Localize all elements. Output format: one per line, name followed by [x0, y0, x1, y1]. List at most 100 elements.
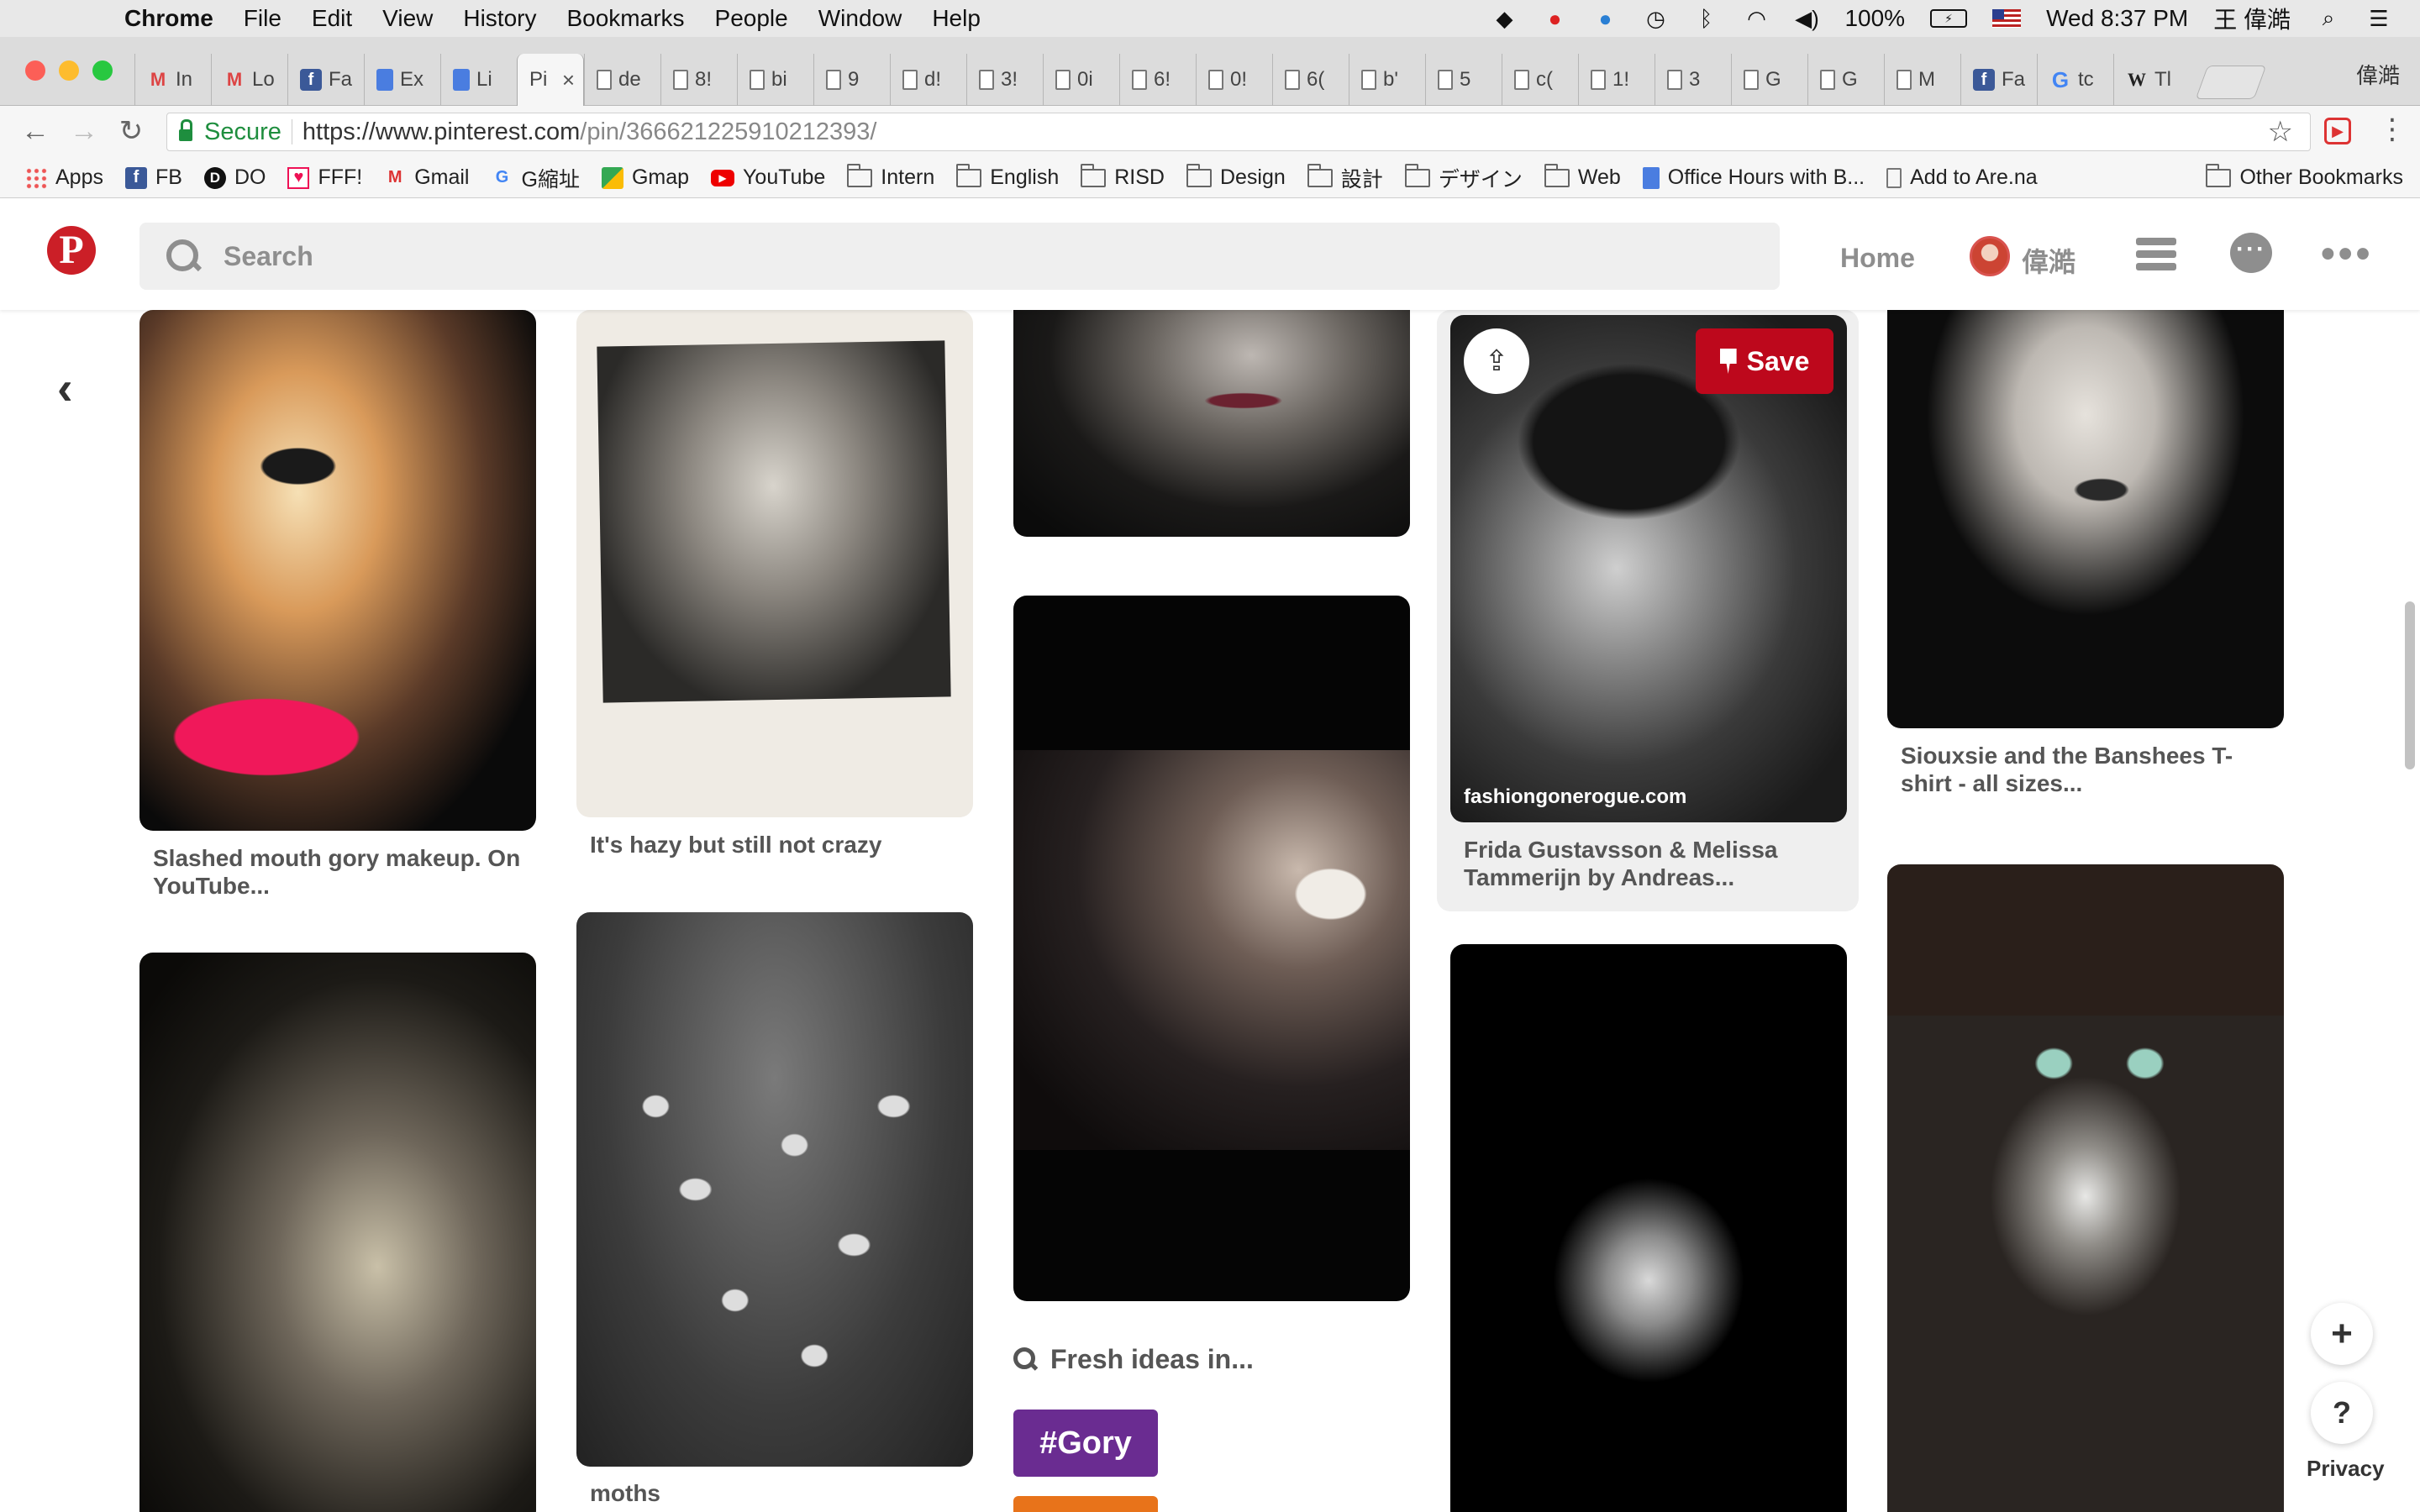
bluetooth-icon[interactable]: ᛒ	[1693, 6, 1718, 31]
dropbox-icon[interactable]: ◆	[1491, 6, 1517, 31]
pin-caption[interactable]: Slashed mouth gory makeup. On YouTube...	[153, 844, 523, 900]
privacy-link[interactable]: Privacy	[2307, 1456, 2385, 1482]
tab-1[interactable]: M Lo	[211, 54, 287, 106]
more-options-icon[interactable]: •••	[2321, 231, 2373, 277]
pin-source-link[interactable]: fashiongonerogue.com	[1464, 785, 1686, 809]
volume-icon[interactable]: ◀)	[1794, 6, 1819, 31]
bookmark-item[interactable]: Gmap	[601, 165, 689, 190]
pin-image-slashed-mouth[interactable]	[139, 310, 536, 831]
menu-window[interactable]: Window	[818, 0, 902, 37]
creative-cloud-icon[interactable]: ●	[1542, 6, 1567, 31]
pin-image-hands-face[interactable]	[576, 310, 973, 817]
search-input[interactable]: Search	[139, 223, 1780, 290]
forward-icon[interactable]: →	[67, 114, 101, 148]
home-link[interactable]: Home	[1840, 243, 1915, 274]
us-flag-icon[interactable]	[1992, 9, 2022, 28]
pin-image-siouxsie[interactable]	[1887, 310, 2284, 728]
tab-9[interactable]: 9	[813, 54, 890, 106]
bookmark-item[interactable]: English	[956, 163, 1059, 190]
pin-image-profile-man[interactable]	[139, 953, 536, 1512]
tab-2[interactable]: f Fa	[287, 54, 364, 106]
user-name[interactable]: 王 偉澔	[2213, 2, 2291, 35]
tab-15[interactable]: 6(	[1272, 54, 1349, 106]
tag-button-partial[interactable]	[1013, 1496, 1158, 1512]
tab-11[interactable]: 3!	[966, 54, 1043, 106]
pin-image-moths[interactable]	[576, 912, 973, 1467]
url-text[interactable]: https://www.pinterest.com/pin/3666212259…	[302, 118, 877, 146]
pin-caption[interactable]: Frida Gustavsson & Melissa Tammerijn by …	[1464, 836, 1833, 891]
menu-icon[interactable]	[2136, 238, 2176, 271]
menu-file[interactable]: File	[244, 0, 281, 37]
notification-center-icon[interactable]: ☰	[2366, 6, 2391, 31]
tab-17[interactable]: 5	[1425, 54, 1502, 106]
help-button[interactable]: ?	[2311, 1382, 2373, 1444]
minimize-window-button[interactable]	[59, 60, 79, 81]
bookmark-item[interactable]: Add to Are.na	[1886, 165, 2038, 190]
pin-image-sleeping-face[interactable]	[1450, 944, 1847, 1512]
battery-icon[interactable]: ⚡	[1930, 9, 1968, 28]
new-tab-button[interactable]	[2195, 66, 2267, 99]
tab-21[interactable]: G	[1731, 54, 1807, 106]
bookmark-item[interactable]: 設計	[1307, 163, 1383, 193]
tag-gory-button[interactable]: #Gory	[1013, 1410, 1158, 1477]
time-machine-icon[interactable]: ◷	[1643, 6, 1668, 31]
tab-20[interactable]: 3	[1655, 54, 1731, 106]
tab-25[interactable]: Gtc	[2037, 54, 2113, 106]
bookmark-item[interactable]: Office Hours with B...	[1642, 165, 1865, 190]
bookmark-item[interactable]: ♥ FFF!	[287, 165, 362, 190]
address-bar[interactable]: Secure https://www.pinterest.com/pin/366…	[166, 113, 2311, 151]
tab-4[interactable]: Li	[440, 54, 517, 106]
tab-18[interactable]: c(	[1502, 54, 1578, 106]
pinterest-logo-icon[interactable]: P	[47, 226, 96, 275]
tab-7[interactable]: 8!	[660, 54, 737, 106]
profile-button[interactable]: 偉澔	[2356, 59, 2400, 90]
bookmark-item[interactable]: Design	[1186, 163, 1286, 190]
menu-edit[interactable]: Edit	[312, 0, 352, 37]
tab-10[interactable]: d!	[890, 54, 966, 106]
bookmark-item[interactable]: G G縮址	[492, 163, 580, 193]
tab-0[interactable]: M In	[134, 54, 211, 106]
menu-view[interactable]: View	[382, 0, 433, 37]
bookmark-item[interactable]: D DO	[203, 165, 266, 190]
close-tab-icon[interactable]: ×	[562, 67, 575, 93]
tab-5[interactable]: Pi ×	[517, 54, 584, 106]
zoom-window-button[interactable]	[92, 60, 113, 81]
menu-history[interactable]: History	[463, 0, 536, 37]
add-pin-button[interactable]: +	[2311, 1303, 2373, 1365]
tab-19[interactable]: 1!	[1578, 54, 1655, 106]
messages-icon[interactable]: ···	[2230, 233, 2272, 273]
tab-8[interactable]: bi	[737, 54, 813, 106]
chrome-menu-icon[interactable]: ⋮	[2378, 113, 2407, 146]
menu-bookmarks[interactable]: Bookmarks	[566, 0, 684, 37]
tab-3[interactable]: Ex	[364, 54, 440, 106]
spotlight-icon[interactable]: ⌕	[2316, 5, 2341, 30]
tab-13[interactable]: 6!	[1119, 54, 1196, 106]
sync-icon[interactable]: ●	[1592, 6, 1618, 31]
tab-23[interactable]: M	[1884, 54, 1960, 106]
pin-image-dark-lips[interactable]	[1013, 310, 1410, 537]
pin-image-cat[interactable]	[1887, 864, 2284, 1512]
share-icon[interactable]: ⇪	[1464, 328, 1529, 394]
lock-icon[interactable]	[179, 119, 192, 141]
other-bookmarks[interactable]: Other Bookmarks	[2206, 163, 2403, 190]
tab-16[interactable]: b'	[1349, 54, 1425, 106]
clock[interactable]: Wed 8:37 PM	[2046, 5, 2188, 32]
tab-24[interactable]: f Fa	[1960, 54, 2037, 106]
bookmark-item[interactable]: M Gmail	[384, 165, 470, 190]
tab-12[interactable]: 0i	[1043, 54, 1119, 106]
tab-14[interactable]: 0!	[1196, 54, 1272, 106]
bookmark-item[interactable]: Apps	[25, 165, 103, 190]
wifi-icon[interactable]: ◠	[1744, 6, 1769, 31]
save-button[interactable]: Save	[1696, 328, 1833, 394]
back-icon[interactable]: ←	[18, 114, 52, 148]
close-window-button[interactable]	[25, 60, 45, 81]
bookmark-item[interactable]: Web	[1544, 163, 1621, 190]
tab-26[interactable]: W Tl	[2113, 54, 2190, 106]
bookmark-item[interactable]: ▶ YouTube	[711, 165, 825, 190]
bookmark-item[interactable]: デザイン	[1404, 163, 1523, 193]
menu-people[interactable]: People	[715, 0, 788, 37]
profile-link[interactable]: 偉澔	[2022, 241, 2075, 280]
pin-caption[interactable]: Siouxsie and the Banshees T-shirt - all …	[1901, 742, 2270, 797]
reload-icon[interactable]: ↻	[114, 114, 148, 148]
pin-image-couple[interactable]	[1013, 596, 1410, 1301]
